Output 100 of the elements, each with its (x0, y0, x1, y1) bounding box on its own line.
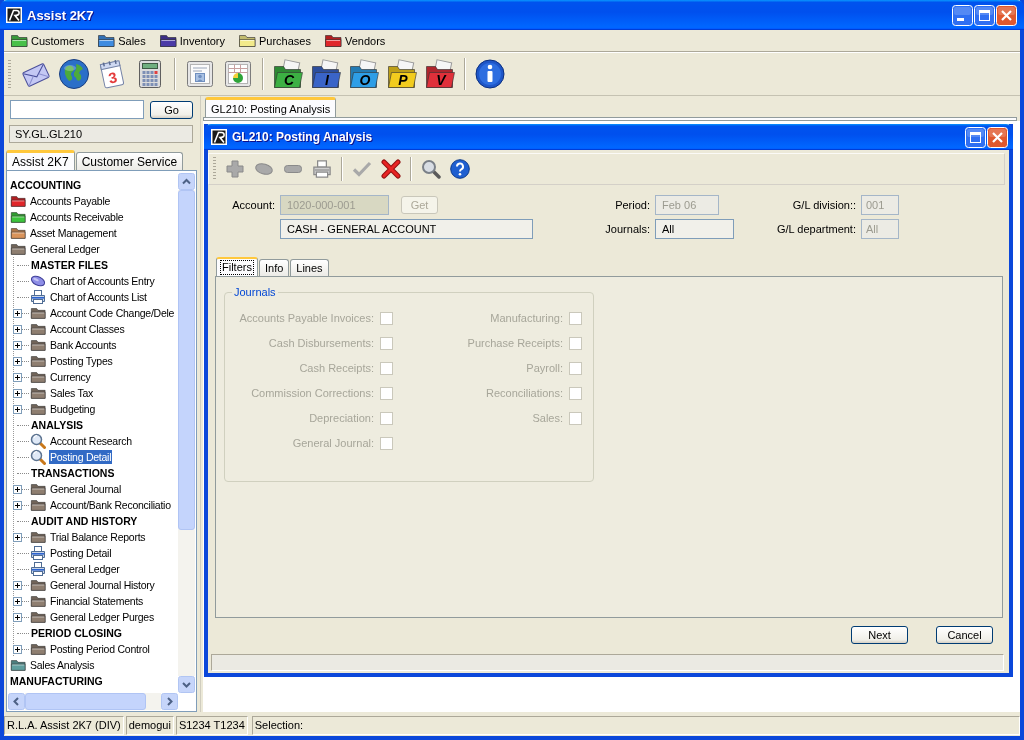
tree-item[interactable]: Sales Analysis (29, 658, 96, 672)
tree-heading: ANALYSIS (30, 418, 85, 432)
account-name-field[interactable]: CASH - GENERAL ACCOUNT (280, 219, 533, 239)
tree-item[interactable]: Financial Statements (49, 594, 145, 608)
minimize-icon[interactable] (952, 4, 973, 26)
help-icon[interactable] (450, 159, 470, 179)
expand-icon[interactable] (13, 324, 22, 334)
expand-icon[interactable] (13, 404, 22, 414)
tree-item[interactable]: General Ledger (49, 562, 121, 576)
tree-heading: MANUFACTURING (9, 674, 104, 688)
checkbox-label: Purchase Receipts: (467, 337, 563, 350)
checkbox-label: Cash Disbursements: (268, 337, 374, 350)
chevron-right-icon[interactable] (161, 693, 178, 710)
checkbox-label: General Journal: (292, 437, 374, 450)
folder-icon (30, 386, 46, 400)
expand-icon[interactable] (13, 500, 22, 510)
tree-item[interactable]: General Journal History (49, 578, 156, 592)
menu-item[interactable]: Customers (7, 31, 88, 50)
maximize-icon[interactable] (974, 4, 995, 26)
expand-icon[interactable] (13, 340, 22, 350)
tree-item[interactable]: Accounts Payable (29, 194, 112, 208)
chevron-up-icon[interactable] (178, 173, 195, 190)
go-button[interactable]: Go (150, 100, 193, 119)
x-mark-icon[interactable] (381, 159, 401, 179)
expand-icon[interactable] (13, 484, 22, 494)
info-icon[interactable] (474, 58, 506, 90)
tree-item[interactable]: General Journal (49, 482, 122, 496)
maximize-icon[interactable] (965, 126, 986, 148)
search-icon[interactable] (421, 159, 441, 179)
expand-icon[interactable] (13, 356, 22, 366)
checkbox-label: Sales: (532, 412, 563, 425)
expand-icon[interactable] (13, 644, 22, 654)
tree-item[interactable]: General Ledger (29, 242, 101, 256)
tree-item[interactable]: Sales Tax (49, 386, 95, 400)
tree-item[interactable]: Currency (49, 370, 92, 384)
close-icon[interactable] (987, 126, 1008, 148)
tree-item[interactable]: Posting Detail (49, 450, 113, 464)
tree-item[interactable]: Trial Balance Reports (49, 530, 147, 544)
tab[interactable]: Lines (290, 259, 329, 276)
checkbox-label: Payroll: (526, 362, 563, 375)
menu-item[interactable]: Vendors (320, 31, 389, 50)
expand-icon[interactable] (13, 580, 22, 590)
tree-item[interactable]: General Ledger Purges (49, 610, 155, 624)
status-cell: R.L.A. Assist 2K7 (DIV) (4, 716, 124, 735)
printer-icon (30, 545, 46, 561)
tab[interactable]: Customer Service (75, 152, 184, 170)
dialog-button[interactable]: Next (851, 626, 908, 644)
tab[interactable]: Info (258, 259, 290, 276)
menu-item[interactable]: Sales (94, 31, 149, 50)
logo-icon (211, 129, 227, 145)
expand-icon[interactable] (13, 388, 22, 398)
folder-icon (30, 338, 46, 352)
spreadsheet-chart-icon[interactable] (222, 58, 254, 90)
checkbox-label: Cash Receipts: (299, 362, 374, 375)
menu-item[interactable]: Inventory (155, 31, 228, 50)
document-tab[interactable]: GL210: Posting Analysis (205, 97, 337, 117)
tree-item[interactable]: Posting Period Control (49, 642, 151, 656)
folder-icon (30, 498, 46, 512)
tree-item[interactable]: Chart of Accounts List (49, 290, 148, 304)
expand-icon[interactable] (13, 372, 22, 382)
expand-icon[interactable] (13, 596, 22, 606)
checkbox-label: Reconciliations: (485, 387, 563, 400)
expand-icon[interactable] (13, 532, 22, 542)
tree-item[interactable]: Asset Management (29, 226, 118, 240)
tree-item[interactable]: Budgeting (49, 402, 97, 416)
folder-icon (30, 370, 46, 384)
tree-heading: AUDIT AND HISTORY (30, 514, 139, 528)
magnifier-icon (30, 449, 46, 465)
tree-heading: MASTER FILES (30, 258, 109, 272)
contact-card-icon[interactable] (184, 58, 216, 90)
field-label: G/L department: (776, 223, 856, 235)
tab[interactable]: Filters (216, 257, 258, 276)
magnifier-icon (30, 433, 46, 449)
checkbox-label: Commission Corrections: (251, 387, 374, 400)
grip-handle[interactable] (8, 60, 11, 88)
tree-item[interactable]: Posting Types (49, 354, 114, 368)
tree-item[interactable]: Account Code Change/Dele (49, 306, 176, 320)
tree-item[interactable]: Account Classes (49, 322, 126, 336)
chevron-left-icon[interactable] (8, 693, 25, 710)
expand-icon[interactable] (13, 308, 22, 318)
menu-item[interactable]: Purchases (234, 31, 314, 50)
checkbox-label: Accounts Payable Invoices: (239, 312, 374, 325)
chevron-down-icon[interactable] (178, 676, 195, 693)
journals-field[interactable]: All (655, 219, 734, 239)
globe-icon[interactable] (58, 58, 90, 90)
status-cell: Selection: (251, 716, 1020, 735)
close-icon[interactable] (996, 4, 1017, 26)
grip-handle[interactable] (213, 157, 216, 181)
dialog-button[interactable]: Cancel (936, 626, 993, 644)
tree-item[interactable]: Chart of Accounts Entry (49, 274, 156, 288)
tree-item[interactable]: Accounts Receivable (29, 210, 125, 224)
search-field[interactable] (10, 100, 144, 119)
tree-item[interactable]: Posting Detail (49, 546, 113, 560)
tree-item[interactable]: Bank Accounts (49, 338, 118, 352)
expand-icon[interactable] (13, 612, 22, 622)
scroll-thumb[interactable] (178, 190, 195, 531)
tree-item[interactable]: Account/Bank Reconciliatio (49, 498, 172, 512)
tab[interactable]: Assist 2K7 (6, 150, 75, 170)
checkbox-label: Depreciation: (309, 412, 374, 425)
tree-item[interactable]: Account Research (49, 434, 133, 448)
